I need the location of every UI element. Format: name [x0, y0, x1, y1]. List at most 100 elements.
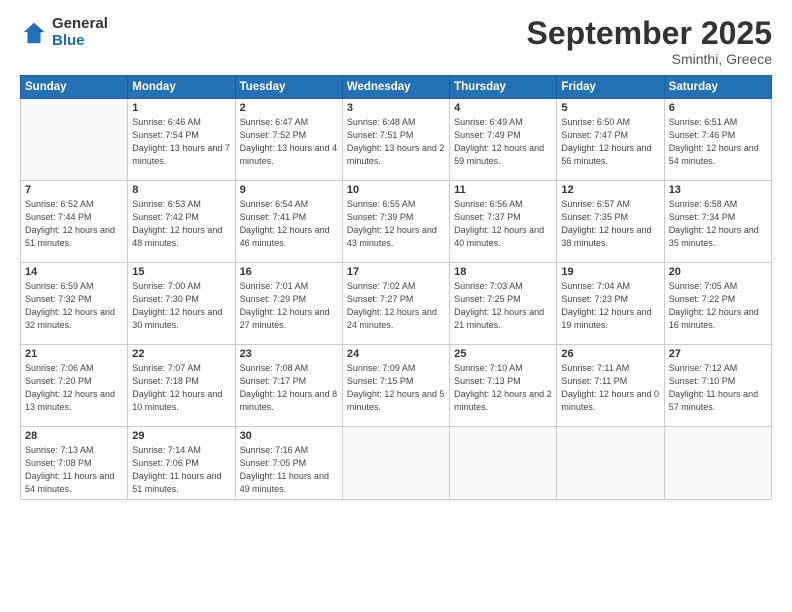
day-info: Sunrise: 7:11 AMSunset: 7:11 PMDaylight:… — [561, 362, 659, 414]
day-number: 15 — [132, 266, 230, 278]
col-wednesday: Wednesday — [342, 76, 449, 99]
table-row: 8 Sunrise: 6:53 AMSunset: 7:42 PMDaylight… — [128, 181, 235, 263]
table-row: 18 Sunrise: 7:03 AMSunset: 7:25 PMDayligh… — [450, 263, 557, 345]
day-number: 17 — [347, 266, 445, 278]
day-number: 25 — [454, 348, 552, 360]
day-number: 6 — [669, 102, 767, 114]
header: General Blue September 2025 Sminthi, Gre… — [20, 16, 772, 67]
day-number: 7 — [25, 184, 123, 196]
table-row — [557, 427, 664, 500]
day-info: Sunrise: 7:16 AMSunset: 7:05 PMDaylight:… — [240, 444, 338, 496]
day-info: Sunrise: 7:02 AMSunset: 7:27 PMDaylight:… — [347, 280, 445, 332]
day-number: 3 — [347, 102, 445, 114]
day-info: Sunrise: 7:13 AMSunset: 7:08 PMDaylight:… — [25, 444, 123, 496]
table-row: 5Sunrise: 6:50 AMSunset: 7:47 PMDaylight… — [557, 99, 664, 181]
day-info: Sunrise: 6:53 AMSunset: 7:42 PMDaylight:… — [132, 198, 230, 250]
col-sunday: Sunday — [21, 76, 128, 99]
table-row: 7 Sunrise: 6:52 AMSunset: 7:44 PMDaylight… — [21, 181, 128, 263]
day-info: Sunrise: 7:04 AMSunset: 7:23 PMDaylight:… — [561, 280, 659, 332]
table-row: 12 Sunrise: 6:57 AMSunset: 7:35 PMDayligh… — [557, 181, 664, 263]
table-row: 10 Sunrise: 6:55 AMSunset: 7:39 PMDayligh… — [342, 181, 449, 263]
day-number: 24 — [347, 348, 445, 360]
day-info: Sunrise: 7:01 AMSunset: 7:29 PMDaylight:… — [240, 280, 338, 332]
col-monday: Monday — [128, 76, 235, 99]
col-tuesday: Tuesday — [235, 76, 342, 99]
day-info: Sunrise: 7:12 AMSunset: 7:10 PMDaylight:… — [669, 362, 767, 414]
day-info: Sunrise: 7:07 AMSunset: 7:18 PMDaylight:… — [132, 362, 230, 414]
day-number: 13 — [669, 184, 767, 196]
calendar-header: Sunday Monday Tuesday Wednesday Thursday… — [21, 76, 772, 99]
table-row: 15 Sunrise: 7:00 AMSunset: 7:30 PMDayligh… — [128, 263, 235, 345]
day-number: 12 — [561, 184, 659, 196]
col-thursday: Thursday — [450, 76, 557, 99]
table-row: 26 Sunrise: 7:11 AMSunset: 7:11 PMDayligh… — [557, 345, 664, 427]
logo: General Blue — [20, 16, 108, 49]
table-row: 22Sunrise: 7:07 AMSunset: 7:18 PMDayligh… — [128, 345, 235, 427]
day-info: Sunrise: 6:52 AMSunset: 7:44 PMDaylight:… — [25, 198, 123, 250]
day-number: 28 — [25, 430, 123, 442]
title-location: Sminthi, Greece — [527, 51, 772, 67]
day-number: 1 — [132, 102, 230, 114]
day-number: 16 — [240, 266, 338, 278]
col-friday: Friday — [557, 76, 664, 99]
day-number: 29 — [132, 430, 230, 442]
day-info: Sunrise: 7:00 AMSunset: 7:30 PMDaylight:… — [132, 280, 230, 332]
table-row: 21 Sunrise: 7:06 AMSunset: 7:20 PMDayligh… — [21, 345, 128, 427]
day-number: 20 — [669, 266, 767, 278]
day-number: 10 — [347, 184, 445, 196]
table-row: 17 Sunrise: 7:02 AMSunset: 7:27 PMDayligh… — [342, 263, 449, 345]
day-number: 5 — [561, 102, 659, 114]
day-number: 27 — [669, 348, 767, 360]
table-row: 1 Sunrise: 6:46 AMSunset: 7:54 PMDaylight… — [128, 99, 235, 181]
day-number: 30 — [240, 430, 338, 442]
day-number: 18 — [454, 266, 552, 278]
table-row: 27 Sunrise: 7:12 AMSunset: 7:10 PMDayligh… — [664, 345, 771, 427]
logo-icon — [20, 19, 48, 47]
logo-text: General Blue — [52, 16, 108, 49]
table-row: 13 Sunrise: 6:58 AMSunset: 7:34 PMDayligh… — [664, 181, 771, 263]
table-row — [664, 427, 771, 500]
day-info: Sunrise: 7:06 AMSunset: 7:20 PMDaylight:… — [25, 362, 123, 414]
header-row: Sunday Monday Tuesday Wednesday Thursday… — [21, 76, 772, 99]
table-row: 14 Sunrise: 6:59 AMSunset: 7:32 PMDayligh… — [21, 263, 128, 345]
day-info: Sunrise: 6:54 AMSunset: 7:41 PMDaylight:… — [240, 198, 338, 250]
title-month: September 2025 — [527, 16, 772, 51]
table-row: 25Sunrise: 7:10 AMSunset: 7:13 PMDayligh… — [450, 345, 557, 427]
table-row: 3 Sunrise: 6:48 AMSunset: 7:51 PMDaylight… — [342, 99, 449, 181]
table-row — [342, 427, 449, 500]
table-row: 6Sunrise: 6:51 AMSunset: 7:46 PMDaylight… — [664, 99, 771, 181]
table-row: 28 Sunrise: 7:13 AMSunset: 7:08 PMDayligh… — [21, 427, 128, 500]
day-number: 11 — [454, 184, 552, 196]
day-number: 8 — [132, 184, 230, 196]
table-row: 29 Sunrise: 7:14 AMSunset: 7:06 PMDayligh… — [128, 427, 235, 500]
day-number: 9 — [240, 184, 338, 196]
day-info: Sunrise: 6:55 AMSunset: 7:39 PMDaylight:… — [347, 198, 445, 250]
day-info: Sunrise: 7:09 AMSunset: 7:15 PMDaylight:… — [347, 362, 445, 414]
day-info: Sunrise: 7:14 AMSunset: 7:06 PMDaylight:… — [132, 444, 230, 496]
table-row: 24 Sunrise: 7:09 AMSunset: 7:15 PMDayligh… — [342, 345, 449, 427]
table-row: 11Sunrise: 6:56 AMSunset: 7:37 PMDayligh… — [450, 181, 557, 263]
day-info: Sunrise: 6:49 AMSunset: 7:49 PMDaylight:… — [454, 116, 552, 168]
day-info: Sunrise: 7:05 AMSunset: 7:22 PMDaylight:… — [669, 280, 767, 332]
title-block: September 2025 Sminthi, Greece — [527, 16, 772, 67]
day-number: 21 — [25, 348, 123, 360]
day-number: 2 — [240, 102, 338, 114]
day-number: 14 — [25, 266, 123, 278]
logo-blue-text: Blue — [52, 33, 108, 50]
day-info: Sunrise: 6:57 AMSunset: 7:35 PMDaylight:… — [561, 198, 659, 250]
day-info: Sunrise: 6:58 AMSunset: 7:34 PMDaylight:… — [669, 198, 767, 250]
day-info: Sunrise: 6:59 AMSunset: 7:32 PMDaylight:… — [25, 280, 123, 332]
table-row: 19Sunrise: 7:04 AMSunset: 7:23 PMDayligh… — [557, 263, 664, 345]
day-info: Sunrise: 6:46 AMSunset: 7:54 PMDaylight:… — [132, 116, 230, 168]
day-info: Sunrise: 7:03 AMSunset: 7:25 PMDaylight:… — [454, 280, 552, 332]
day-info: Sunrise: 6:48 AMSunset: 7:51 PMDaylight:… — [347, 116, 445, 168]
table-row: 23Sunrise: 7:08 AMSunset: 7:17 PMDayligh… — [235, 345, 342, 427]
calendar-table: Sunday Monday Tuesday Wednesday Thursday… — [20, 75, 772, 500]
logo-general-text: General — [52, 16, 108, 33]
table-row: 4Sunrise: 6:49 AMSunset: 7:49 PMDaylight… — [450, 99, 557, 181]
calendar-body: 1 Sunrise: 6:46 AMSunset: 7:54 PMDaylight… — [21, 99, 772, 500]
table-row — [21, 99, 128, 181]
col-saturday: Saturday — [664, 76, 771, 99]
page: General Blue September 2025 Sminthi, Gre… — [0, 0, 792, 612]
day-number: 26 — [561, 348, 659, 360]
